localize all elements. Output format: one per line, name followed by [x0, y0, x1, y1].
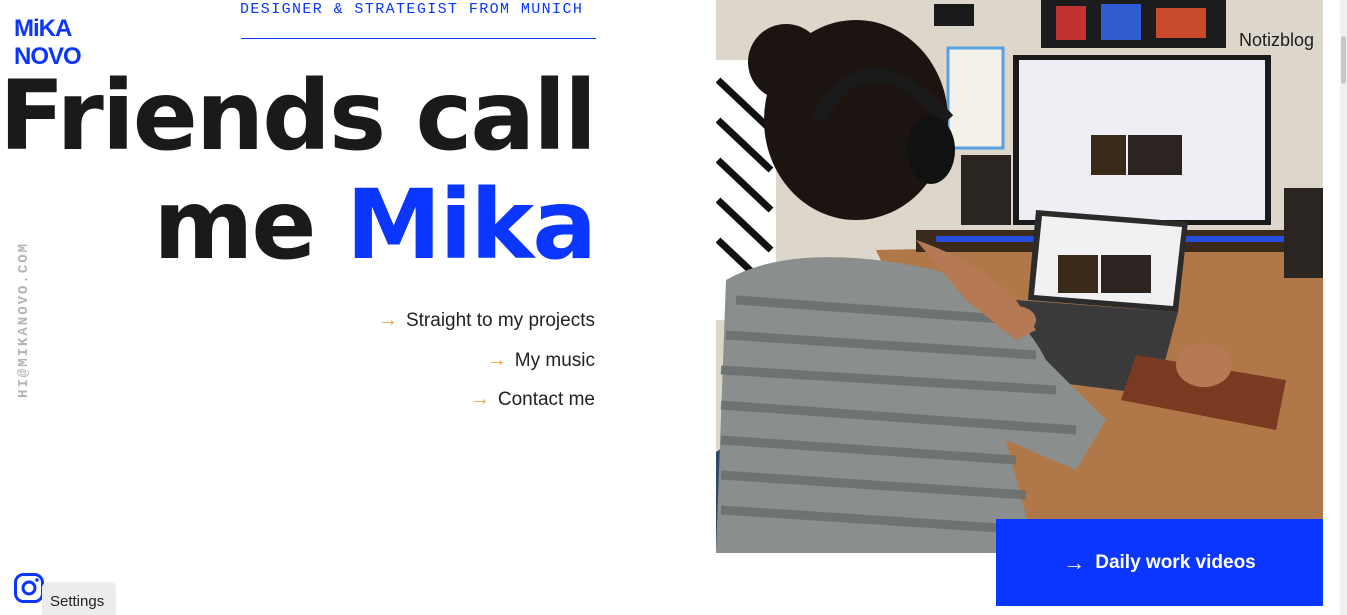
workspace-photo — [716, 0, 1323, 553]
arrow-right-icon: → — [486, 348, 507, 371]
page-scrollbar[interactable] — [1340, 0, 1347, 615]
logo-line1: MiKA — [14, 15, 72, 42]
settings-button[interactable]: Settings — [42, 582, 116, 615]
link-projects[interactable]: → Straight to my projects — [378, 306, 595, 346]
cta-label: Daily work videos — [1095, 551, 1256, 573]
arrow-right-icon: → — [1063, 549, 1086, 575]
tagline-divider — [241, 38, 596, 39]
workspace-illustration — [716, 0, 1323, 553]
hero-links: → Straight to my projects → My music → Cont… — [378, 306, 595, 425]
scrollbar-thumb[interactable] — [1341, 36, 1346, 84]
instagram-icon[interactable] — [13, 572, 45, 604]
link-music-label: My music — [514, 349, 595, 371]
link-music[interactable]: → My music — [378, 346, 595, 386]
hero-heading: Friends call me Mika — [0, 60, 597, 281]
hero-line-1: Friends call — [0, 60, 597, 172]
tagline: DESIGNER & STRATEGIST FROM MUNICH — [240, 1, 584, 18]
hero-line-2-prefix: me — [153, 169, 346, 281]
hero-line-2: me Mika — [0, 169, 597, 281]
arrow-right-icon: → — [377, 309, 398, 331]
arrow-right-icon: → — [469, 388, 490, 410]
hero-name-accent: Mika — [345, 169, 597, 281]
link-contact-label: Contact me — [497, 389, 595, 410]
link-contact[interactable]: → Contact me — [378, 385, 595, 425]
link-projects-label: Straight to my projects — [405, 310, 595, 331]
daily-work-videos-button[interactable]: → Daily work videos — [996, 519, 1323, 606]
nav-notizblog[interactable]: Notizblog — [1239, 30, 1314, 51]
